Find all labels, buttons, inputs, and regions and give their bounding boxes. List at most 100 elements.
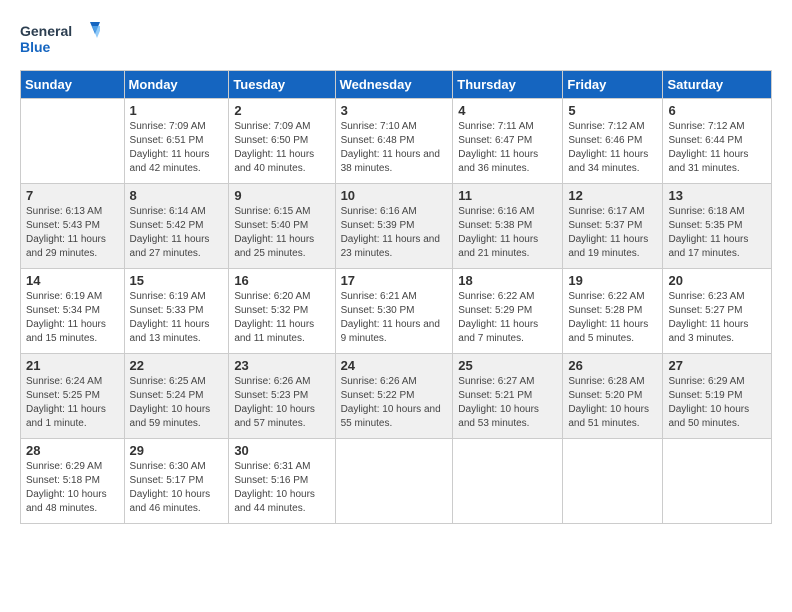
day-number: 22 — [130, 358, 224, 373]
day-info: Sunrise: 6:19 AMSunset: 5:33 PMDaylight:… — [130, 290, 224, 346]
calendar-day-cell: 30 Sunrise: 6:31 AMSunset: 5:16 PMDayligh… — [229, 439, 335, 524]
calendar-day-cell: 6 Sunrise: 7:12 AMSunset: 6:44 PMDaylight… — [663, 99, 772, 184]
day-number: 15 — [130, 273, 224, 288]
day-info: Sunrise: 6:22 AMSunset: 5:28 PMDaylight:… — [568, 290, 657, 346]
calendar-day-cell: 10 Sunrise: 6:16 AMSunset: 5:39 PMDayligh… — [335, 184, 453, 269]
calendar-day-cell: 25 Sunrise: 6:27 AMSunset: 5:21 PMDayligh… — [453, 354, 563, 439]
day-info: Sunrise: 6:25 AMSunset: 5:24 PMDaylight:… — [130, 375, 224, 431]
day-info: Sunrise: 6:20 AMSunset: 5:32 PMDaylight:… — [234, 290, 329, 346]
calendar-day-cell: 12 Sunrise: 6:17 AMSunset: 5:37 PMDayligh… — [563, 184, 663, 269]
calendar-day-cell: 8 Sunrise: 6:14 AMSunset: 5:42 PMDaylight… — [124, 184, 229, 269]
day-number: 25 — [458, 358, 557, 373]
day-info: Sunrise: 6:17 AMSunset: 5:37 PMDaylight:… — [568, 205, 657, 261]
day-info: Sunrise: 6:18 AMSunset: 5:35 PMDaylight:… — [668, 205, 766, 261]
day-number: 9 — [234, 188, 329, 203]
day-number: 30 — [234, 443, 329, 458]
calendar-week-row: 28 Sunrise: 6:29 AMSunset: 5:18 PMDayligh… — [21, 439, 772, 524]
calendar-table: SundayMondayTuesdayWednesdayThursdayFrid… — [20, 70, 772, 524]
calendar-header-row: SundayMondayTuesdayWednesdayThursdayFrid… — [21, 71, 772, 99]
day-number: 6 — [668, 103, 766, 118]
column-header-tuesday: Tuesday — [229, 71, 335, 99]
day-info: Sunrise: 7:10 AMSunset: 6:48 PMDaylight:… — [341, 120, 448, 176]
column-header-sunday: Sunday — [21, 71, 125, 99]
day-number: 2 — [234, 103, 329, 118]
day-info: Sunrise: 6:23 AMSunset: 5:27 PMDaylight:… — [668, 290, 766, 346]
day-info: Sunrise: 6:21 AMSunset: 5:30 PMDaylight:… — [341, 290, 448, 346]
day-number: 10 — [341, 188, 448, 203]
column-header-monday: Monday — [124, 71, 229, 99]
calendar-day-cell: 13Sunrise: 6:18 AMSunset: 5:35 PMDayligh… — [663, 184, 772, 269]
calendar-day-cell: 15 Sunrise: 6:19 AMSunset: 5:33 PMDayligh… — [124, 269, 229, 354]
day-info: Sunrise: 7:09 AMSunset: 6:51 PMDaylight:… — [130, 120, 224, 176]
day-info: Sunrise: 6:24 AMSunset: 5:25 PMDaylight:… — [26, 375, 119, 431]
calendar-day-cell: 16 Sunrise: 6:20 AMSunset: 5:32 PMDayligh… — [229, 269, 335, 354]
day-number: 23 — [234, 358, 329, 373]
day-info: Sunrise: 6:13 AMSunset: 5:43 PMDaylight:… — [26, 205, 119, 261]
logo: General Blue — [20, 20, 100, 60]
day-info: Sunrise: 7:09 AMSunset: 6:50 PMDaylight:… — [234, 120, 329, 176]
calendar-week-row: 1 Sunrise: 7:09 AMSunset: 6:51 PMDaylight… — [21, 99, 772, 184]
calendar-day-cell: 7 Sunrise: 6:13 AMSunset: 5:43 PMDaylight… — [21, 184, 125, 269]
day-info: Sunrise: 6:19 AMSunset: 5:34 PMDaylight:… — [26, 290, 119, 346]
day-info: Sunrise: 6:29 AMSunset: 5:19 PMDaylight:… — [668, 375, 766, 431]
day-info: Sunrise: 6:26 AMSunset: 5:23 PMDaylight:… — [234, 375, 329, 431]
calendar-day-cell: 11Sunrise: 6:16 AMSunset: 5:38 PMDayligh… — [453, 184, 563, 269]
day-number: 26 — [568, 358, 657, 373]
column-header-friday: Friday — [563, 71, 663, 99]
column-header-wednesday: Wednesday — [335, 71, 453, 99]
day-number: 28 — [26, 443, 119, 458]
day-info: Sunrise: 7:12 AMSunset: 6:44 PMDaylight:… — [668, 120, 766, 176]
day-number: 11 — [458, 188, 557, 203]
day-number: 21 — [26, 358, 119, 373]
calendar-day-cell: 18 Sunrise: 6:22 AMSunset: 5:29 PMDayligh… — [453, 269, 563, 354]
calendar-week-row: 14 Sunrise: 6:19 AMSunset: 5:34 PMDayligh… — [21, 269, 772, 354]
calendar-day-cell: 1 Sunrise: 7:09 AMSunset: 6:51 PMDaylight… — [124, 99, 229, 184]
day-info: Sunrise: 7:11 AMSunset: 6:47 PMDaylight:… — [458, 120, 557, 176]
calendar-day-cell: 22 Sunrise: 6:25 AMSunset: 5:24 PMDayligh… — [124, 354, 229, 439]
day-number: 29 — [130, 443, 224, 458]
calendar-day-cell: 4 Sunrise: 7:11 AMSunset: 6:47 PMDaylight… — [453, 99, 563, 184]
day-number: 27 — [668, 358, 766, 373]
day-info: Sunrise: 6:16 AMSunset: 5:39 PMDaylight:… — [341, 205, 448, 261]
svg-text:General: General — [20, 23, 72, 39]
day-number: 16 — [234, 273, 329, 288]
day-info: Sunrise: 7:12 AMSunset: 6:46 PMDaylight:… — [568, 120, 657, 176]
day-info: Sunrise: 6:29 AMSunset: 5:18 PMDaylight:… — [26, 460, 119, 516]
day-number: 3 — [341, 103, 448, 118]
day-info: Sunrise: 6:28 AMSunset: 5:20 PMDaylight:… — [568, 375, 657, 431]
calendar-day-cell: 3 Sunrise: 7:10 AMSunset: 6:48 PMDaylight… — [335, 99, 453, 184]
calendar-day-cell: 14 Sunrise: 6:19 AMSunset: 5:34 PMDayligh… — [21, 269, 125, 354]
day-number: 4 — [458, 103, 557, 118]
calendar-day-cell: 29 Sunrise: 6:30 AMSunset: 5:17 PMDayligh… — [124, 439, 229, 524]
calendar-day-cell — [663, 439, 772, 524]
day-info: Sunrise: 6:15 AMSunset: 5:40 PMDaylight:… — [234, 205, 329, 261]
day-info: Sunrise: 6:27 AMSunset: 5:21 PMDaylight:… — [458, 375, 557, 431]
calendar-day-cell — [21, 99, 125, 184]
day-info: Sunrise: 6:14 AMSunset: 5:42 PMDaylight:… — [130, 205, 224, 261]
calendar-day-cell — [563, 439, 663, 524]
day-number: 7 — [26, 188, 119, 203]
day-number: 12 — [568, 188, 657, 203]
logo-svg: General Blue — [20, 20, 100, 60]
column-header-thursday: Thursday — [453, 71, 563, 99]
calendar-day-cell: 20 Sunrise: 6:23 AMSunset: 5:27 PMDayligh… — [663, 269, 772, 354]
calendar-day-cell: 17 Sunrise: 6:21 AMSunset: 5:30 PMDayligh… — [335, 269, 453, 354]
day-number: 20 — [668, 273, 766, 288]
day-info: Sunrise: 6:22 AMSunset: 5:29 PMDaylight:… — [458, 290, 557, 346]
calendar-day-cell: 9 Sunrise: 6:15 AMSunset: 5:40 PMDaylight… — [229, 184, 335, 269]
calendar-week-row: 7 Sunrise: 6:13 AMSunset: 5:43 PMDaylight… — [21, 184, 772, 269]
page-header: General Blue — [20, 20, 772, 60]
day-number: 17 — [341, 273, 448, 288]
day-info: Sunrise: 6:30 AMSunset: 5:17 PMDaylight:… — [130, 460, 224, 516]
day-number: 1 — [130, 103, 224, 118]
calendar-day-cell: 2 Sunrise: 7:09 AMSunset: 6:50 PMDaylight… — [229, 99, 335, 184]
calendar-day-cell — [453, 439, 563, 524]
day-info: Sunrise: 6:31 AMSunset: 5:16 PMDaylight:… — [234, 460, 329, 516]
calendar-day-cell: 27 Sunrise: 6:29 AMSunset: 5:19 PMDayligh… — [663, 354, 772, 439]
calendar-day-cell: 28 Sunrise: 6:29 AMSunset: 5:18 PMDayligh… — [21, 439, 125, 524]
day-number: 5 — [568, 103, 657, 118]
day-number: 18 — [458, 273, 557, 288]
day-number: 8 — [130, 188, 224, 203]
day-number: 14 — [26, 273, 119, 288]
calendar-day-cell: 21 Sunrise: 6:24 AMSunset: 5:25 PMDayligh… — [21, 354, 125, 439]
